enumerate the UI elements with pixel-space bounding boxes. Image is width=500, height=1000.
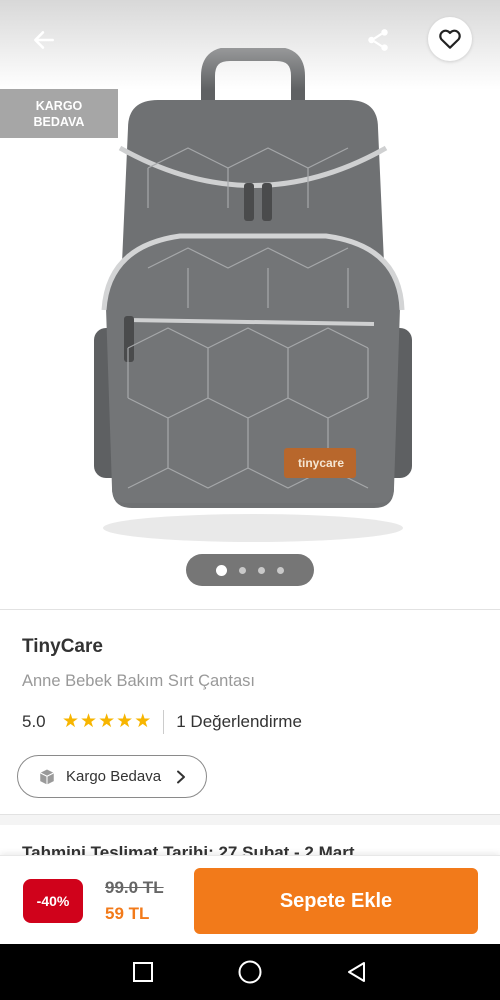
android-nav-bar [0, 944, 500, 1000]
square-icon [133, 962, 154, 982]
rating-row[interactable]: 5.0 ★ ★ ★ ★ ★ 1 Değerlendirme [22, 710, 302, 734]
divider [0, 609, 500, 610]
carousel-dot-4[interactable] [277, 566, 284, 574]
carousel-dot-3[interactable] [258, 566, 265, 574]
rating-stars: ★ ★ ★ ★ ★ [62, 712, 151, 732]
share-button[interactable] [358, 20, 398, 60]
badge-line2: BEDAVA [33, 114, 85, 129]
heart-icon [439, 29, 461, 49]
arrow-left-icon [34, 31, 54, 49]
triangle-back-icon [347, 962, 365, 982]
rating-separator [163, 710, 165, 734]
back-button[interactable] [22, 20, 66, 60]
star-icon: ★ [134, 711, 152, 732]
star-icon: ★ [98, 711, 116, 732]
purchase-bar: -40% 99.0 TL 59 TL Sepete Ekle [0, 855, 500, 944]
carousel-dot-1[interactable] [216, 564, 227, 576]
free-shipping-badge: KARGO BEDAVA [0, 89, 118, 138]
brand-name[interactable]: TinyCare [22, 636, 103, 658]
old-price: 99.0 TL [105, 878, 164, 897]
chevron-right-icon [177, 770, 186, 783]
star-icon: ★ [116, 711, 134, 732]
rating-value: 5.0 [22, 712, 46, 731]
badge-line1: KARGO [35, 98, 83, 113]
carousel-dot-2[interactable] [239, 566, 246, 574]
brand-tag-text: tinycare [297, 456, 345, 470]
product-image-area[interactable]: tinycare KARGO BEDAVA [0, 0, 500, 608]
star-icon: ★ [80, 711, 98, 732]
delivery-date: Tahmini Teslimat Tarihi: 27 Şubat - 2 Ma… [22, 843, 355, 855]
add-to-cart-button[interactable]: Sepete Ekle [194, 868, 478, 934]
header-shade [0, 0, 500, 90]
share-icon [368, 29, 388, 51]
carousel-indicator[interactable] [186, 554, 314, 586]
free-shipping-button[interactable]: Kargo Bedava [17, 755, 207, 798]
recents-button[interactable] [123, 952, 163, 992]
home-button[interactable] [230, 952, 270, 992]
backpack-image [94, 48, 412, 542]
discount-badge: -40% [23, 879, 83, 923]
section-gap [0, 815, 500, 825]
favorite-button[interactable] [428, 17, 472, 61]
package-icon [40, 769, 54, 784]
review-count[interactable]: 1 Değerlendirme [176, 712, 302, 732]
product-name: Anne Bebek Bakım Sırt Çantası [22, 672, 255, 690]
free-shipping-label: Kargo Bedava [66, 768, 162, 785]
circle-icon [238, 960, 262, 984]
back-nav-button[interactable] [337, 952, 377, 992]
current-price: 59 TL [105, 904, 150, 923]
star-icon: ★ [62, 711, 80, 732]
